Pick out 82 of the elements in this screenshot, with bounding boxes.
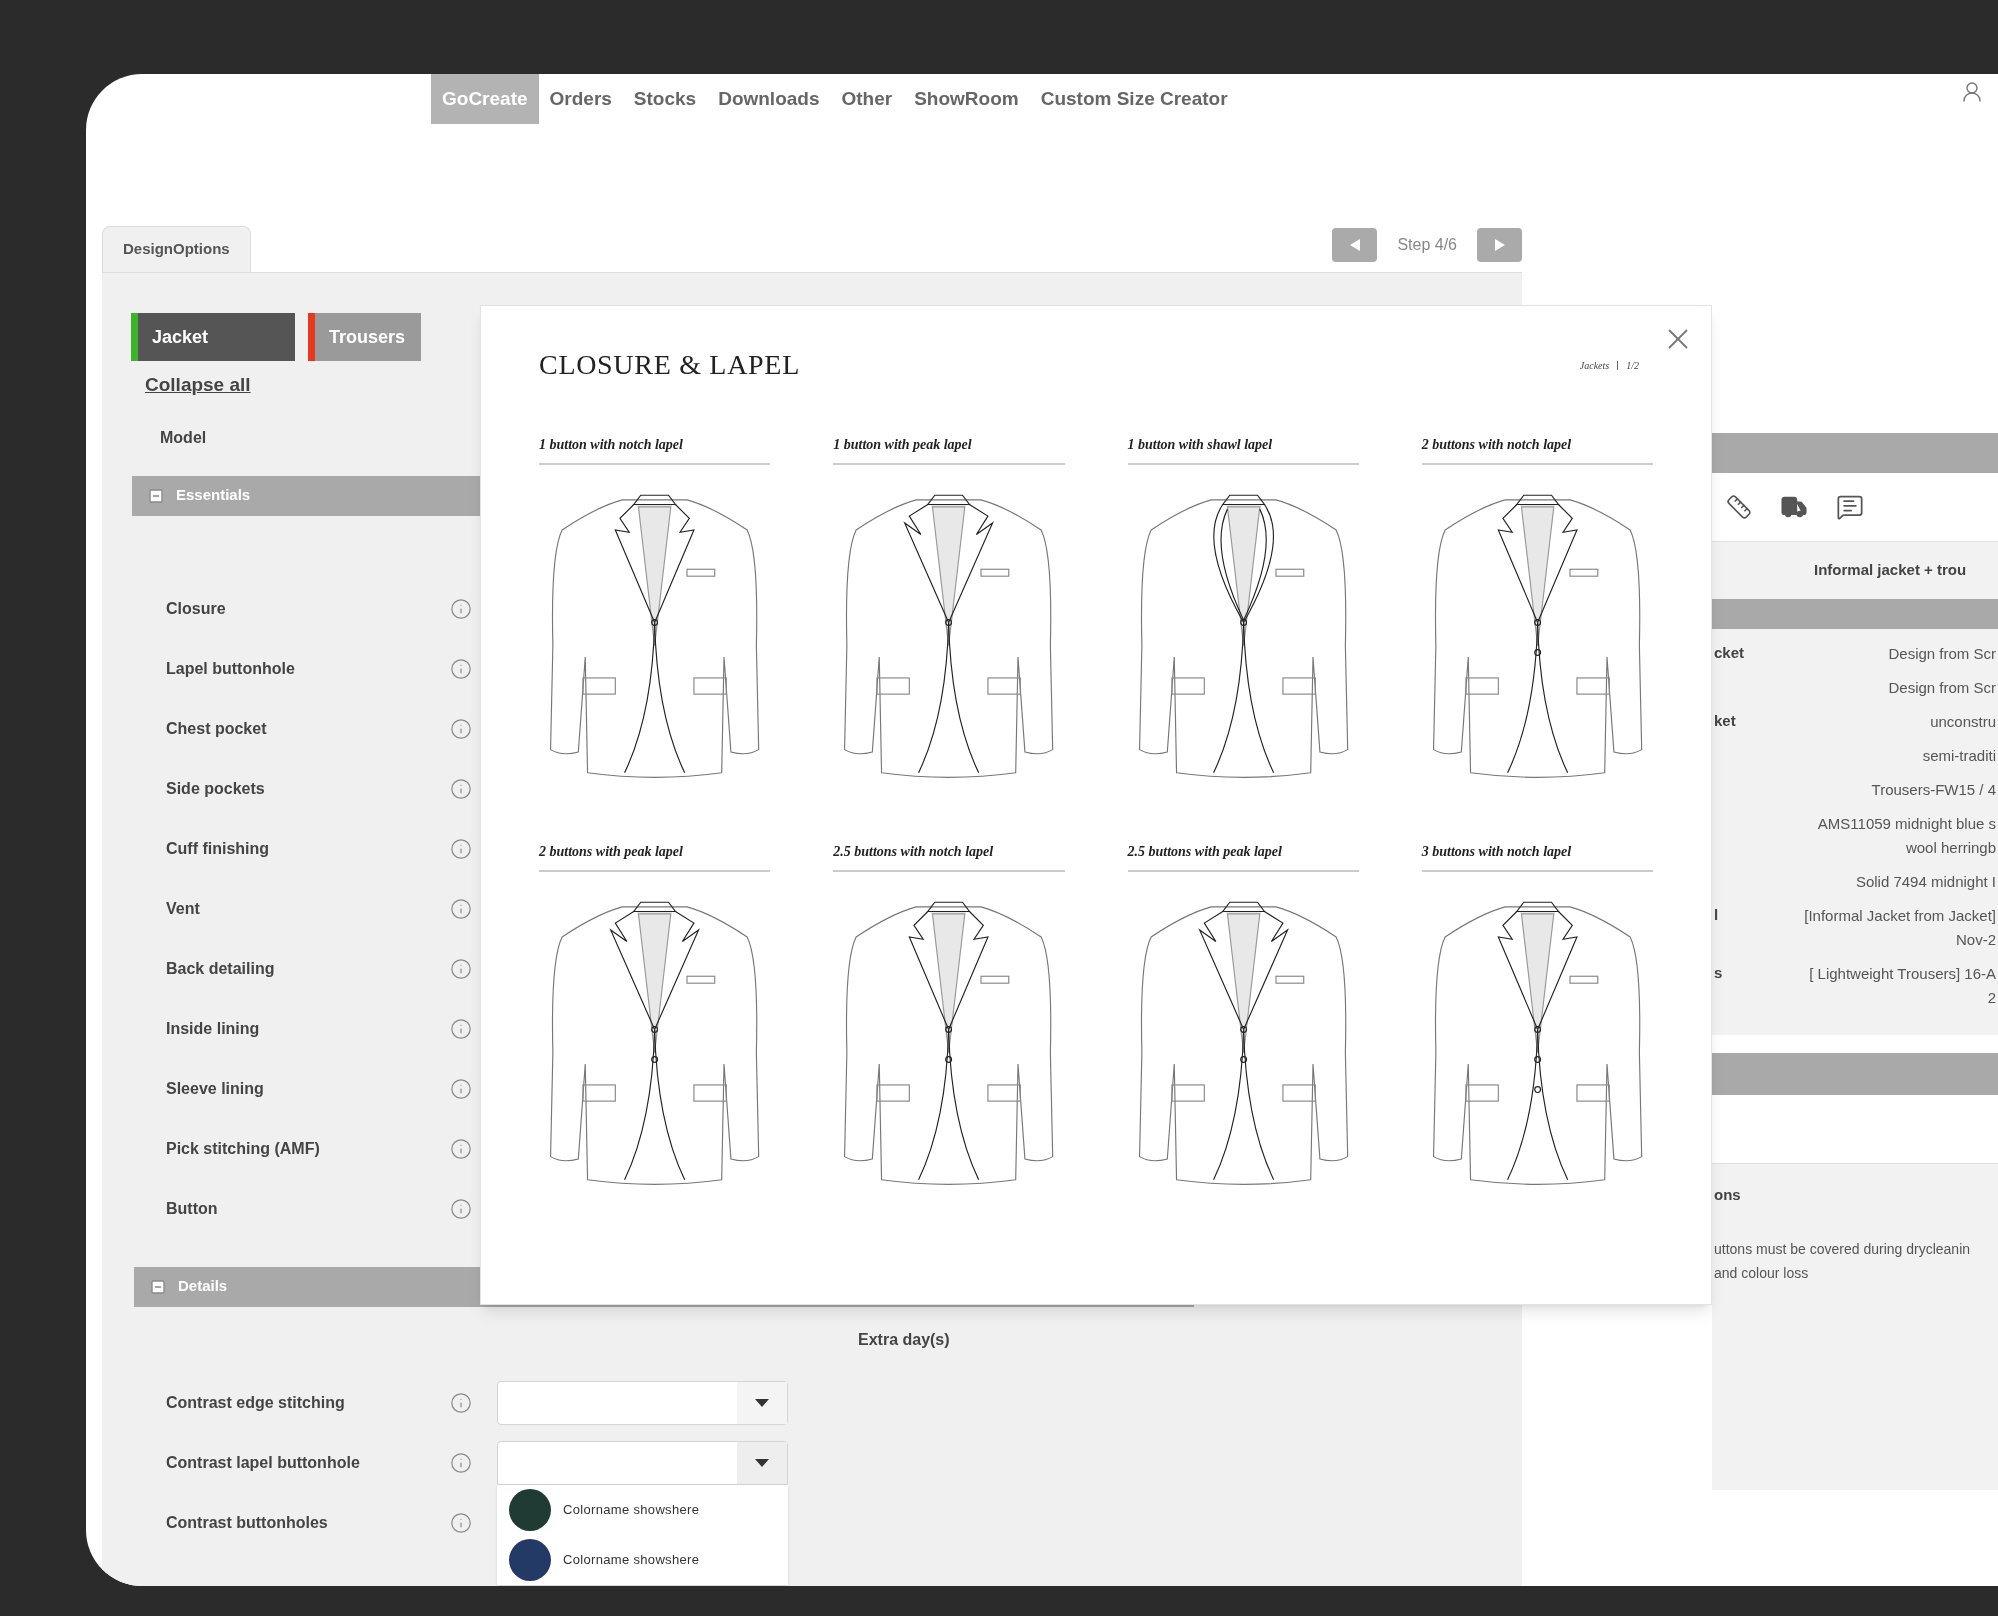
user-icon[interactable] <box>1960 80 1984 104</box>
summary-value: Solid 7494 midnight I <box>1854 872 1997 892</box>
next-step-button[interactable] <box>1477 228 1522 262</box>
option-title: 2 buttons with peak lapel <box>539 841 771 872</box>
summary-value: semi-traditi <box>1921 746 1997 766</box>
summary-value: Design from Scr <box>1887 678 1997 698</box>
nav-link[interactable]: ShowRoom <box>903 74 1030 124</box>
info-icon[interactable] <box>450 1391 472 1414</box>
collapse-icon <box>150 1278 166 1295</box>
caret-icon <box>755 1398 769 1407</box>
option-title: 2 buttons with notch lapel <box>1421 434 1653 465</box>
collapse-all-link[interactable]: Collapse all <box>145 371 251 400</box>
option-title: 2.5 buttons with peak lapel <box>1127 841 1359 872</box>
summary-label: s <box>1714 964 1723 981</box>
summary-value: Design from Scr <box>1887 644 1997 664</box>
dropdown-option[interactable]: Colorname showshere <box>497 1484 788 1535</box>
summary-title: Informal jacket + trou <box>1814 560 1967 581</box>
info-icon[interactable] <box>450 1077 472 1100</box>
option-label: Cuff finishing <box>166 838 271 859</box>
previous-step-button[interactable] <box>1332 228 1378 262</box>
option-title: 1 button with notch lapel <box>539 434 771 465</box>
info-icon[interactable] <box>450 1017 472 1040</box>
dropdown-option[interactable]: Colorname showshere <box>497 1534 788 1585</box>
summary-value: [Informal Jacket from Jacket] Nov-2 <box>1803 906 1997 950</box>
option-label: Inside lining <box>166 1018 261 1039</box>
info-icon[interactable] <box>450 777 472 800</box>
summary-value: AMS11059 midnight blue s wool herringb <box>1816 814 1997 858</box>
info-icon[interactable] <box>450 1137 472 1160</box>
right-triangle-icon <box>1494 239 1505 251</box>
option-label: Closure <box>166 598 227 619</box>
option-label: Contrast buttonholes <box>166 1512 329 1533</box>
option-title: 2.5 buttons with notch lapel <box>833 841 1065 872</box>
option-title: 3 buttons with notch lapel <box>1421 841 1653 872</box>
left-triangle-icon <box>1349 239 1360 251</box>
summary-value: unconstru <box>1929 712 1997 732</box>
option-label: Pick stitching (AMF) <box>166 1138 321 1159</box>
dropdown-field[interactable] <box>497 1380 788 1425</box>
option-label: Side pockets <box>166 778 266 799</box>
notes-text: uttons must be covered during drycleanin and colour loss <box>1713 1239 1972 1283</box>
option-label: Contrast edge stitching <box>166 1392 346 1413</box>
step-indicator: Step 4/6 <box>1397 235 1457 255</box>
ruler-icon[interactable] <box>1726 494 1752 520</box>
nav-link[interactable]: Orders <box>538 74 623 124</box>
breadcrumb-label: Jackets <box>1579 358 1610 373</box>
page-indicator: 1/2 <box>1626 358 1639 373</box>
info-icon[interactable] <box>450 597 472 620</box>
option-label: Vent <box>166 898 201 919</box>
nav-link[interactable]: Stocks <box>622 74 708 124</box>
summary-label: ket <box>1714 712 1736 729</box>
caret-icon <box>755 1458 769 1467</box>
option-title: 1 button with shawl lapel <box>1127 434 1359 465</box>
info-icon[interactable] <box>450 837 472 860</box>
summary-value: Trousers-FW15 / 4 <box>1870 780 1997 800</box>
notes-title: ons <box>1713 1185 1742 1205</box>
nav-link[interactable]: Custom Size Creator <box>1029 74 1239 124</box>
message-icon[interactable] <box>1836 493 1864 521</box>
modal-title: CLOSURE & LAPEL <box>539 348 800 382</box>
option-label: Lapel buttonhole <box>166 658 296 679</box>
design-options-tab[interactable]: DesignOptions <box>102 226 251 272</box>
collapse-icon <box>148 487 164 504</box>
info-icon[interactable] <box>450 657 472 680</box>
option-label: Chest pocket <box>166 718 268 739</box>
info-icon[interactable] <box>450 1451 472 1474</box>
info-icon[interactable] <box>450 897 472 920</box>
model-label: Model <box>160 427 207 448</box>
option-title: 1 button with peak lapel <box>833 434 1065 465</box>
info-icon[interactable] <box>450 717 472 740</box>
summary-value: [ Lightweight Trousers] 16-A 2 <box>1808 964 1997 1008</box>
nav-link[interactable]: Downloads <box>707 74 831 124</box>
garment-tab[interactable]: Jacket <box>131 313 295 361</box>
option-label: Contrast lapel buttonhole <box>166 1452 361 1473</box>
summary-label: cket <box>1714 644 1745 661</box>
option-label: Sleeve lining <box>166 1078 265 1099</box>
info-icon[interactable] <box>450 1197 472 1220</box>
option-label: Back detailing <box>166 958 276 979</box>
dropdown-field[interactable] <box>497 1440 788 1485</box>
info-icon[interactable] <box>450 1511 472 1534</box>
info-icon[interactable] <box>450 957 472 980</box>
nav-link[interactable]: Other <box>830 74 904 124</box>
summary-label: l <box>1714 906 1719 923</box>
option-label: Button <box>166 1198 219 1219</box>
column-header: Extra day(s) <box>858 1329 950 1350</box>
